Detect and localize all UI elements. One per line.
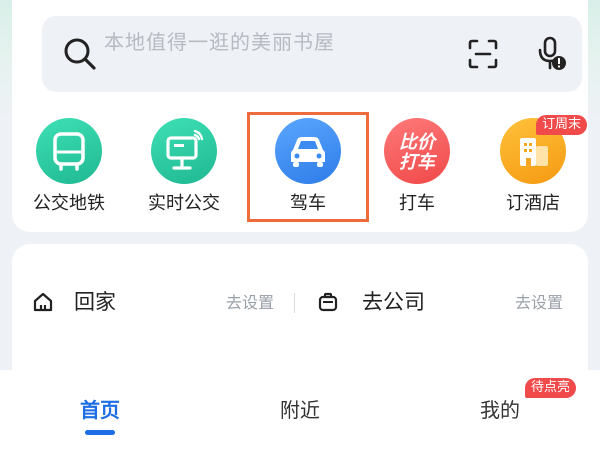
quick-action-label: 公交地铁 [33, 193, 105, 214]
voice-mic-icon[interactable] [537, 36, 567, 72]
quick-action-bus-subway[interactable]: 公交地铁 [14, 112, 124, 222]
search-icon [64, 38, 96, 70]
svg-text:比价: 比价 [399, 132, 438, 153]
active-tab-indicator [85, 430, 115, 435]
search-bar[interactable]: 本地值得一逛的美丽书屋 [42, 16, 582, 92]
quick-action-realtime-bus[interactable]: 实时公交 [129, 112, 239, 222]
search-input[interactable]: 本地值得一逛的美丽书屋 [104, 28, 335, 56]
bus-icon [36, 118, 102, 184]
scan-icon[interactable] [467, 38, 499, 70]
quick-action-label: 实时公交 [148, 193, 220, 214]
highlight-box [247, 112, 369, 222]
hotel-badge: 订周末 [536, 115, 588, 135]
tab-mine[interactable]: 我的 [440, 396, 560, 424]
home-icon [33, 292, 53, 312]
quick-action-label: 打车 [399, 193, 435, 214]
divider [294, 293, 295, 313]
mine-badge: 待点亮 [525, 378, 577, 398]
home-setup-link[interactable]: 去设置 [226, 292, 274, 314]
bus-stop-screen-icon [151, 118, 217, 184]
svg-text:打车: 打车 [399, 152, 438, 173]
quick-action-taxi[interactable]: 比价 打车 打车 [362, 112, 472, 222]
work-label[interactable]: 去公司 [362, 288, 425, 316]
quick-action-label: 订酒店 [506, 193, 560, 214]
briefcase-icon [318, 292, 338, 312]
taxi-logo-icon: 比价 打车 [384, 118, 450, 184]
tab-home[interactable]: 首页 [40, 396, 160, 424]
tab-nearby[interactable]: 附近 [240, 396, 360, 424]
bottom-tab-bar: 首页 附近 我的 待点亮 [0, 370, 600, 450]
home-label[interactable]: 回家 [74, 288, 116, 316]
work-setup-link[interactable]: 去设置 [515, 292, 563, 314]
